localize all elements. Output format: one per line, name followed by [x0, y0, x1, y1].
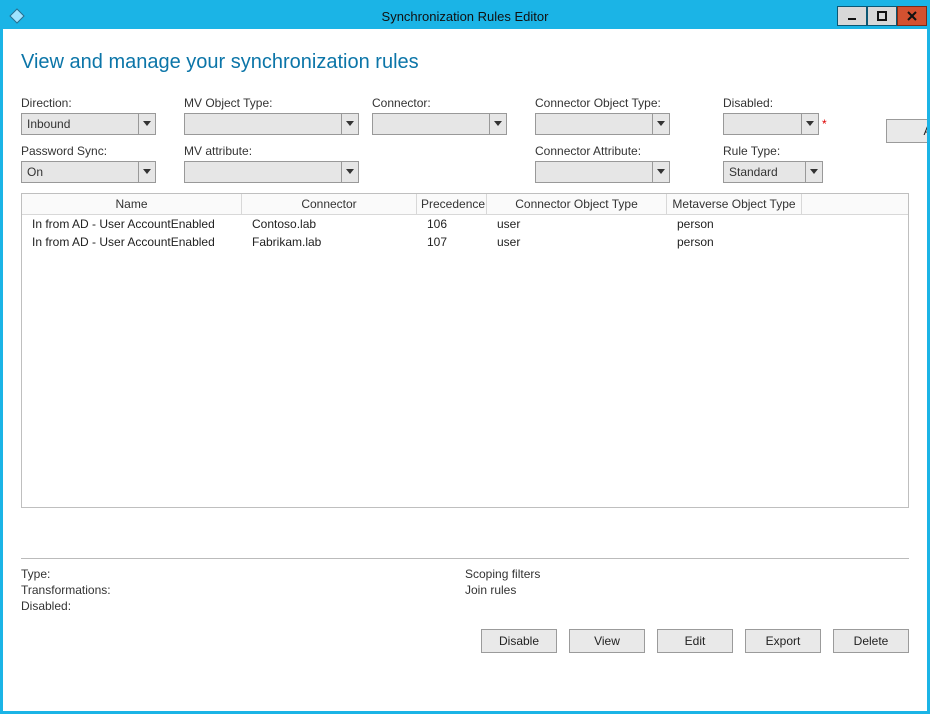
- disabled-required-asterisk: *: [822, 117, 827, 131]
- disabled-label: Disabled:: [723, 96, 873, 110]
- chevron-down-icon: [805, 162, 822, 182]
- chevron-down-icon: [138, 114, 155, 134]
- close-button[interactable]: [897, 6, 927, 26]
- mv-attribute-label: MV attribute:: [184, 144, 359, 158]
- view-button[interactable]: View: [569, 629, 645, 653]
- export-button[interactable]: Export: [745, 629, 821, 653]
- cell-precedence: 107: [417, 234, 487, 250]
- cell-connector: Fabrikam.lab: [242, 234, 417, 250]
- chevron-down-icon: [341, 114, 358, 134]
- password-sync-select[interactable]: On: [21, 161, 156, 183]
- filters-grid: Direction: MV Object Type: Connector: Co…: [21, 96, 909, 183]
- cell-metaverse-object-type: person: [667, 216, 802, 232]
- detail-transformations-label: Transformations:: [21, 583, 465, 597]
- cell-name: In from AD - User AccountEnabled: [22, 234, 242, 250]
- connector-attribute-select[interactable]: [535, 161, 670, 183]
- add-new-rule-button[interactable]: Add new rule: [886, 119, 927, 143]
- column-header-name[interactable]: Name: [22, 194, 242, 214]
- app-icon: [9, 8, 25, 24]
- maximize-button[interactable]: [867, 6, 897, 26]
- column-header-precedence[interactable]: Precedence: [417, 194, 487, 214]
- disabled-select[interactable]: [723, 113, 819, 135]
- cell-precedence: 106: [417, 216, 487, 232]
- password-sync-label: Password Sync:: [21, 144, 171, 158]
- window-title: Synchronization Rules Editor: [3, 9, 927, 24]
- minimize-button[interactable]: [837, 6, 867, 26]
- connector-object-type-label: Connector Object Type:: [535, 96, 710, 110]
- connector-label: Connector:: [372, 96, 522, 110]
- cell-connector-object-type: user: [487, 234, 667, 250]
- detail-scoping-filters-label: Scoping filters: [465, 567, 909, 581]
- rule-type-select[interactable]: Standard: [723, 161, 823, 183]
- cell-metaverse-object-type: person: [667, 234, 802, 250]
- mv-object-type-label: MV Object Type:: [184, 96, 359, 110]
- delete-button[interactable]: Delete: [833, 629, 909, 653]
- direction-select[interactable]: Inbound: [21, 113, 156, 135]
- chevron-down-icon: [652, 114, 669, 134]
- cell-name: In from AD - User AccountEnabled: [22, 216, 242, 232]
- disable-button[interactable]: Disable: [481, 629, 557, 653]
- detail-type-label: Type:: [21, 567, 465, 581]
- content-area: View and manage your synchronization rul…: [3, 29, 927, 711]
- connector-object-type-select[interactable]: [535, 113, 670, 135]
- detail-disabled-label: Disabled:: [21, 599, 465, 613]
- table-row[interactable]: In from AD - User AccountEnabledContoso.…: [22, 215, 908, 233]
- listview-header: Name Connector Precedence Connector Obje…: [22, 194, 908, 215]
- column-header-metaverse-object-type[interactable]: Metaverse Object Type: [667, 194, 802, 214]
- connector-attribute-label: Connector Attribute:: [535, 144, 710, 158]
- rule-type-label: Rule Type:: [723, 144, 873, 158]
- chevron-down-icon: [652, 162, 669, 182]
- cell-connector-object-type: user: [487, 216, 667, 232]
- cell-connector: Contoso.lab: [242, 216, 417, 232]
- edit-button[interactable]: Edit: [657, 629, 733, 653]
- column-header-connector-object-type[interactable]: Connector Object Type: [487, 194, 667, 214]
- column-header-connector[interactable]: Connector: [242, 194, 417, 214]
- chevron-down-icon: [341, 162, 358, 182]
- connector-select[interactable]: [372, 113, 507, 135]
- chevron-down-icon: [801, 114, 818, 134]
- direction-label: Direction:: [21, 96, 171, 110]
- rules-listview[interactable]: Name Connector Precedence Connector Obje…: [21, 193, 909, 508]
- detail-join-rules-label: Join rules: [465, 583, 909, 597]
- table-row[interactable]: In from AD - User AccountEnabledFabrikam…: [22, 233, 908, 251]
- actions-bar: Disable View Edit Export Delete: [21, 629, 909, 653]
- chevron-down-icon: [489, 114, 506, 134]
- page-title: View and manage your synchronization rul…: [21, 51, 909, 74]
- titlebar: Synchronization Rules Editor: [3, 3, 927, 29]
- mv-object-type-select[interactable]: [184, 113, 359, 135]
- chevron-down-icon: [138, 162, 155, 182]
- details-panel: Type: Scoping filters Transformations: J…: [21, 558, 909, 613]
- mv-attribute-select[interactable]: [184, 161, 359, 183]
